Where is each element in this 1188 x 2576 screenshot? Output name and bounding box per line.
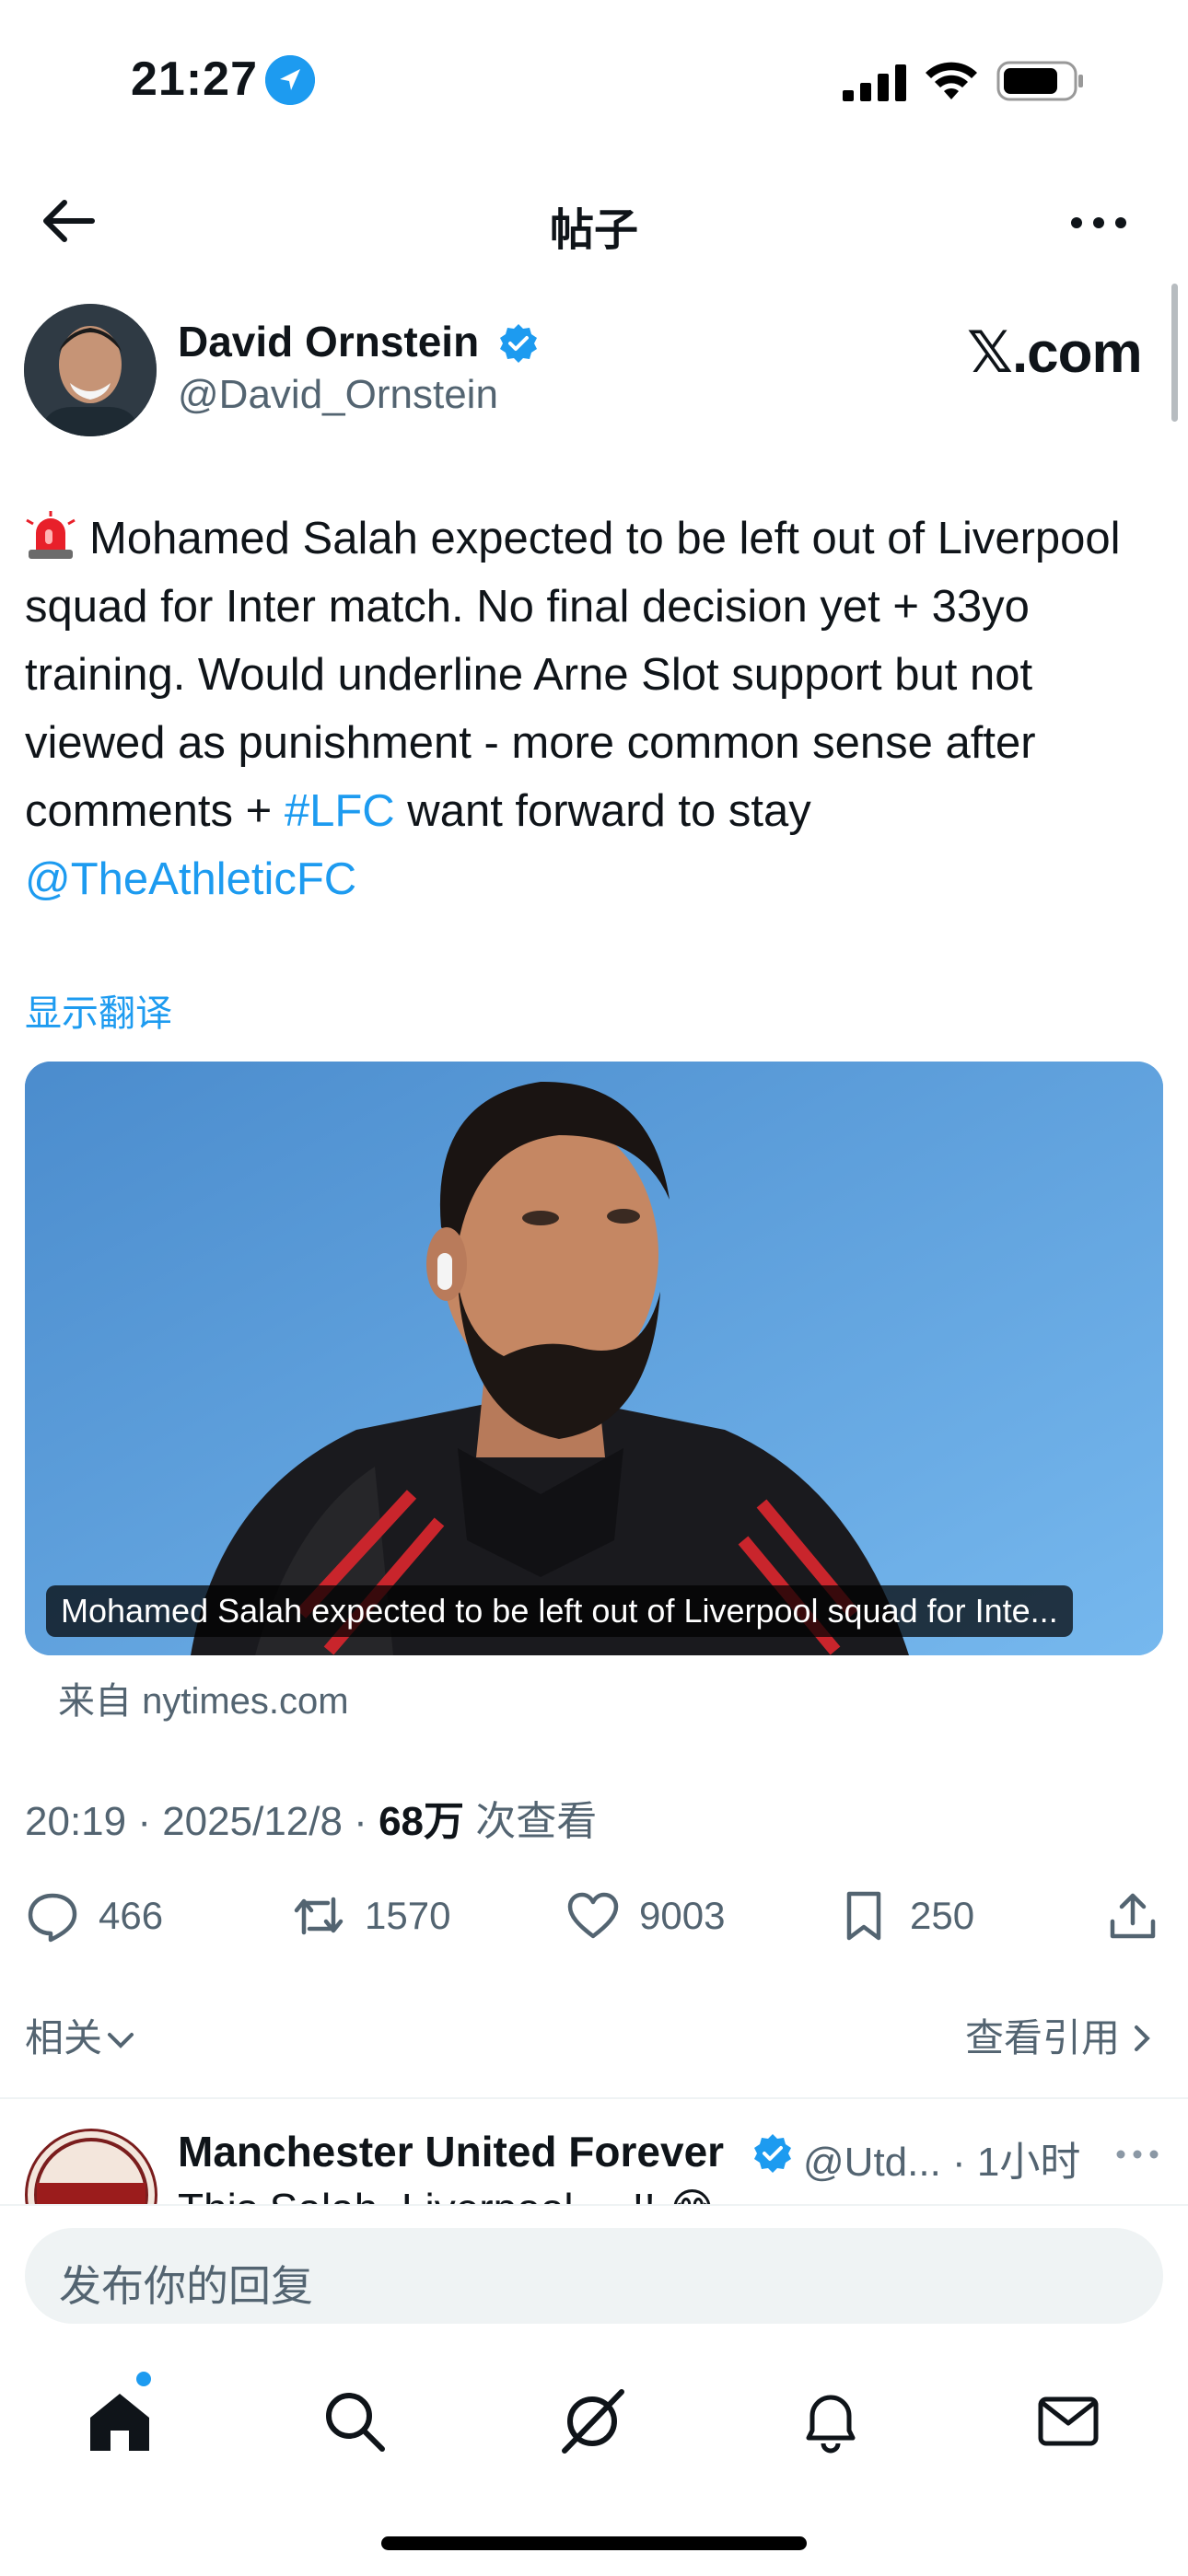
battery-icon (996, 61, 1083, 101)
reply-meta: @Utd... · 1小时 (803, 2140, 1081, 2185)
tweet-text: Mohamed Salah expected to be left out of… (25, 505, 1148, 913)
view-quotes-label: 查看引用 (965, 2016, 1121, 2060)
author-avatar[interactable] (24, 304, 157, 436)
page-title: 帖子 (549, 206, 638, 255)
reply-more-icon[interactable] (1114, 2145, 1160, 2164)
show-translation-link[interactable]: 显示翻译 (25, 983, 172, 1037)
link-card-caption: Mohamed Salah expected to be left out of… (46, 1585, 1073, 1637)
related-dropdown[interactable]: 相关 (25, 2007, 139, 2063)
chevron-down-icon (108, 2033, 134, 2048)
cellular-signal-icon (843, 64, 906, 101)
home-indicator[interactable] (381, 2536, 807, 2550)
heart-icon (567, 1892, 619, 1939)
more-options-icon[interactable] (1068, 204, 1129, 241)
bookmark-icon (846, 1891, 881, 1941)
link-card-source[interactable]: 来自 nytimes.com (58, 1671, 349, 1724)
share-button[interactable] (1105, 1884, 1160, 1948)
location-arrow-icon (265, 55, 315, 105)
bookmark-count: 250 (910, 1894, 975, 1937)
share-icon (1110, 1893, 1156, 1939)
reply-icon (28, 1893, 77, 1943)
mention-link[interactable]: @TheAthleticFC (25, 854, 356, 904)
player-photo (25, 1062, 1163, 1655)
notifications-bell-icon[interactable] (794, 2385, 868, 2458)
search-icon[interactable] (318, 2385, 391, 2458)
view-count: 68万 (379, 1799, 465, 1844)
repost-button[interactable]: 1570 (291, 1884, 450, 1948)
verified-badge-icon (500, 324, 537, 363)
scrollbar-thumb[interactable] (1171, 284, 1178, 422)
repost-icon (294, 1897, 344, 1935)
reply-composer-placeholder: 发布你的回复 (59, 2262, 313, 2310)
divider (0, 2097, 1188, 2099)
author-name[interactable]: David Ornstein (178, 317, 479, 366)
hashtag-link[interactable]: #LFC (285, 786, 395, 836)
home-icon[interactable] (83, 2385, 157, 2458)
reply-button[interactable]: 466 (25, 1884, 163, 1948)
avatar-photo (24, 304, 157, 436)
reply-verified-badge-icon (754, 2134, 791, 2173)
like-button[interactable]: 9003 (565, 1884, 725, 1948)
view-count-label: 次查看 (464, 1799, 598, 1844)
status-time: 21:27 (131, 52, 258, 106)
like-count: 9003 (639, 1894, 726, 1937)
link-card-image[interactable] (25, 1062, 1163, 1655)
wifi-icon (926, 62, 977, 99)
siren-emoji-icon (26, 511, 76, 559)
repost-count: 1570 (365, 1894, 451, 1937)
tweet-text-part-2: want forward to stay (394, 786, 811, 836)
post-meta: 20:19 · 2025/12/8 · 68万 次查看 (25, 1788, 597, 1847)
bookmark-button[interactable]: 250 (836, 1884, 974, 1948)
chevron-right-icon (1135, 2025, 1150, 2051)
related-label: 相关 (25, 2016, 103, 2060)
author-handle[interactable]: @David_Ornstein (178, 372, 498, 418)
reply-count: 466 (99, 1894, 164, 1937)
reply-author-name[interactable]: Manchester United Forever (178, 2127, 724, 2176)
home-notification-dot (136, 2372, 151, 2386)
view-quotes-link[interactable]: 查看引用 (965, 2007, 1159, 2063)
grok-icon[interactable] (555, 2385, 629, 2458)
x-com-brand: 𝕏.com (967, 321, 1143, 385)
messages-envelope-icon[interactable] (1031, 2385, 1105, 2458)
post-timestamp: 20:19 · 2025/12/8 · (25, 1799, 379, 1844)
